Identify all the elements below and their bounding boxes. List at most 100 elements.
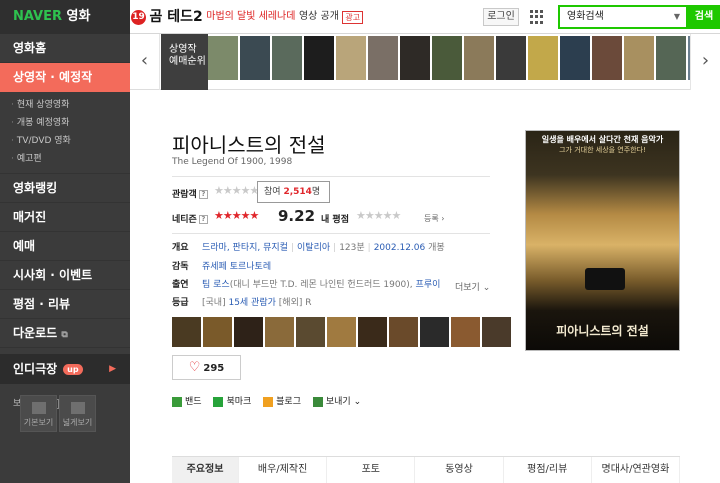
genre-link[interactable]: 드라마, 판타지, 뮤지컬 [202, 243, 288, 253]
ranking-thumbnail[interactable] [656, 36, 688, 80]
cast-link[interactable]: 프루이 [416, 280, 441, 290]
share-send-button[interactable]: 보내기 ⌄ [312, 396, 361, 407]
divider [172, 233, 490, 234]
help-icon[interactable]: ? [198, 190, 208, 199]
poster-title: 피아니스트의 전설 [556, 324, 649, 338]
still-photos [172, 317, 513, 347]
nav-ranking[interactable]: 영화랭킹 [0, 174, 130, 203]
nav-download[interactable]: 다운로드 ⧉ [0, 319, 130, 348]
still-photo-thumbnail[interactable] [296, 317, 325, 347]
ranking-thumbnail[interactable] [464, 36, 496, 80]
view-wide-button[interactable]: 넓게보기 [59, 395, 96, 432]
subnav-tv-dvd[interactable]: · TV/DVD 영화 [0, 132, 130, 150]
ranking-thumbnail[interactable] [368, 36, 400, 80]
tab-quotes-related[interactable]: 명대사/연관영화 [592, 457, 681, 483]
tab-photos[interactable]: 포토 [327, 457, 416, 483]
director-link[interactable]: 쥬세페 토르나토레 [202, 262, 271, 272]
cast-row: 출연 팀 로스(대니 부드만 T.D. 레몬 나인틴 헌드러드 1900), 프루… [172, 280, 441, 290]
still-photo-thumbnail[interactable] [451, 317, 480, 347]
nav-magazine[interactable]: 매거진 [0, 203, 130, 232]
naver-movie-logo[interactable]: NAVER 영화 [0, 0, 130, 34]
view-basic-button[interactable]: 기본보기 [20, 395, 57, 432]
strip-next-arrow-icon[interactable]: › [690, 34, 720, 90]
share-band-button[interactable]: 밴드 [172, 396, 202, 407]
tab-ratings-reviews[interactable]: 평점/리뷰 [504, 457, 592, 483]
nav-ratings-reviews[interactable]: 평점 · 리뷰 [0, 290, 130, 319]
up-badge: up [63, 364, 83, 375]
director-row: 감독 쥬세페 토르나토레 [172, 262, 272, 272]
still-photo-thumbnail[interactable] [358, 317, 387, 347]
ranking-thumbnail[interactable] [400, 36, 432, 80]
star-icon [213, 396, 224, 407]
release-date-link[interactable]: 2002.12.06 [374, 243, 426, 253]
send-icon [312, 396, 323, 407]
ranking-thumbnail[interactable] [432, 36, 464, 80]
ranking-thumbnails [208, 36, 720, 80]
ranking-thumbnail[interactable] [560, 36, 592, 80]
share-bookmark-button[interactable]: 북마크 [213, 396, 251, 407]
ranking-thumbnail[interactable] [240, 36, 272, 80]
nav-indie-cinema[interactable]: 인디극장 up ▶ [0, 354, 130, 384]
ranking-thumbnail[interactable] [592, 36, 624, 80]
subnav-current-movies[interactable]: · 현재 상영영화 [0, 96, 130, 114]
subnav-upcoming-movies[interactable]: · 개봉 예정영화 [0, 114, 130, 132]
share-row: 밴드 북마크 블로그 보내기 ⌄ [172, 395, 370, 409]
band-icon [172, 396, 182, 407]
still-photo-thumbnail[interactable] [172, 317, 201, 347]
chevron-right-icon: ▶ [109, 364, 116, 374]
search-input[interactable]: 영화검색 ▼ [558, 5, 688, 29]
movie-title: 피아니스트의 전설 [172, 133, 326, 157]
app-grid-icon[interactable] [530, 10, 544, 24]
audience-label: 관람객? [172, 187, 208, 200]
more-cast-link[interactable]: 더보기 ⌄ [455, 280, 490, 293]
promo-title: 곰 테드2 [149, 9, 203, 25]
tab-cast-crew[interactable]: 배우/제작진 [239, 457, 328, 483]
heart-icon: ♡ [188, 360, 201, 375]
movie-original-title: The Legend Of 1900, 1998 [172, 157, 293, 167]
ranking-thumbnail[interactable] [624, 36, 656, 80]
still-photo-thumbnail[interactable] [265, 317, 294, 347]
nav-movie-home[interactable]: 영화홈 [0, 34, 130, 63]
netizen-label: 네티즌? [172, 212, 208, 225]
grade-row: 등급 [국내] 15세 관람가 [해외] R [172, 298, 312, 308]
still-photo-thumbnail[interactable] [203, 317, 232, 347]
netizen-score: 9.22 [278, 207, 316, 225]
strip-prev-arrow-icon[interactable]: ‹ [130, 34, 160, 90]
ranking-thumbnail[interactable] [272, 36, 304, 80]
share-blog-button[interactable]: 블로그 [263, 396, 301, 407]
tab-main-info[interactable]: 주요정보 [172, 457, 239, 483]
chevron-down-icon: ▼ [673, 12, 680, 21]
ranking-thumbnail[interactable] [528, 36, 560, 80]
participation-tooltip: 참여 2,514명 [257, 181, 330, 203]
still-photo-thumbnail[interactable] [420, 317, 449, 347]
ranking-thumbnail[interactable] [208, 36, 240, 80]
promo-banner[interactable]: 19 곰 테드2 마법의 달빛 세레나데 영상 공개 광고 [131, 8, 364, 26]
ranking-thumbnail[interactable] [496, 36, 528, 80]
country-link[interactable]: 이탈리아 [297, 243, 330, 253]
movie-poster[interactable] [525, 130, 680, 351]
subnav-trailers[interactable]: · 예고편 [0, 150, 130, 168]
divider [172, 176, 490, 177]
cast-link[interactable]: 팀 로스 [202, 280, 230, 290]
sub-nav: · 현재 상영영화 · 개봉 예정영화 · TV/DVD 영화 · 예고편 [0, 92, 130, 174]
help-icon[interactable]: ? [198, 215, 208, 224]
age-19-badge: 19 [131, 9, 146, 25]
ranking-thumbnail[interactable] [336, 36, 368, 80]
tab-videos[interactable]: 동영상 [415, 457, 504, 483]
nav-booking[interactable]: 예매 [0, 232, 130, 261]
ranking-thumbnail[interactable] [304, 36, 336, 80]
still-photo-thumbnail[interactable] [389, 317, 418, 347]
grade-link[interactable]: 15세 관람가 [228, 298, 275, 308]
still-photo-thumbnail[interactable] [234, 317, 263, 347]
my-rating-stars[interactable]: ★★★★★ [356, 209, 401, 222]
login-button[interactable]: 로그인 [483, 8, 519, 26]
nav-preview-events[interactable]: 시사회 · 이벤트 [0, 261, 130, 290]
still-photo-thumbnail[interactable] [482, 317, 511, 347]
search-category-select[interactable]: 영화검색 [567, 11, 604, 22]
like-button[interactable]: ♡ 295 [172, 355, 241, 380]
audience-stars: ★★★★★ [214, 184, 259, 197]
register-rating-link[interactable]: 등록 › [424, 213, 444, 224]
nav-now-showing[interactable]: 상영작 · 예정작 [0, 63, 130, 92]
still-photo-thumbnail[interactable] [327, 317, 356, 347]
search-button[interactable]: 검색 [688, 5, 720, 29]
